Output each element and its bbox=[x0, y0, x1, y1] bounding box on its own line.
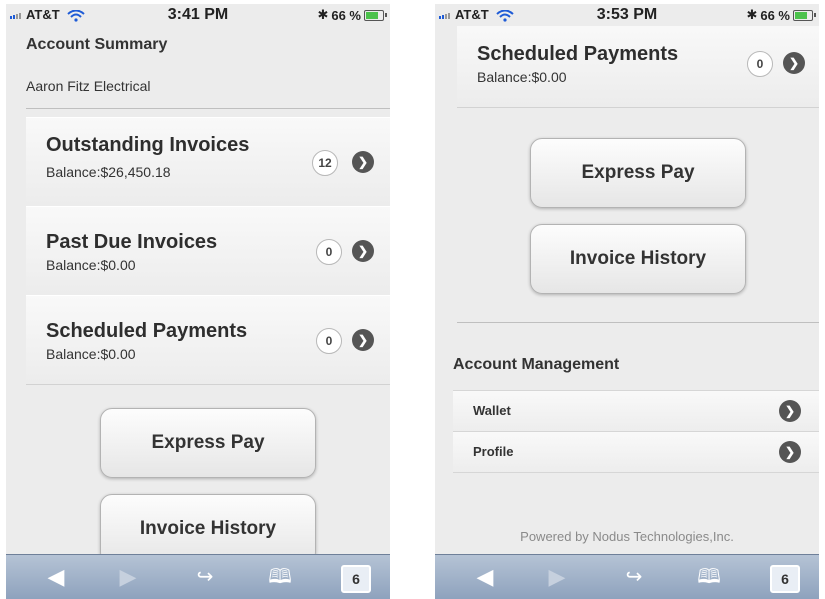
bookmarks-icon[interactable]: 🕮 bbox=[695, 563, 723, 591]
invoice-history-button[interactable]: Invoice History bbox=[530, 224, 746, 294]
chevron-right-icon: ❯ bbox=[352, 329, 374, 351]
battery-icon bbox=[364, 9, 387, 21]
forward-icon[interactable]: ▶ bbox=[114, 563, 142, 591]
bookmarks-icon[interactable]: 🕮 bbox=[266, 563, 294, 591]
chevron-right-icon: ❯ bbox=[779, 441, 801, 463]
count-badge: 0 bbox=[316, 239, 342, 265]
back-icon[interactable]: ◀ bbox=[42, 563, 70, 591]
row-title: Past Due Invoices bbox=[46, 231, 218, 253]
phone-screen-left: AT&T 3:41 PM ✱ 66 % Account Summary Aaro… bbox=[6, 4, 390, 599]
menu-item-profile[interactable]: Profile ❯ bbox=[453, 431, 819, 473]
row-title: Scheduled Payments bbox=[46, 320, 248, 342]
footer-powered-by: Powered by Nodus Technologies,Inc. bbox=[520, 529, 734, 544]
menu-item-label: Profile bbox=[473, 444, 514, 459]
list-item-past-due-invoices[interactable]: Past Due Invoices Balance:$0.00 0 ❯ bbox=[26, 206, 390, 296]
tabs-icon[interactable]: 6 bbox=[341, 565, 371, 593]
bluetooth-icon: ✱ bbox=[746, 7, 758, 22]
chevron-right-icon: ❯ bbox=[783, 52, 805, 74]
forward-icon[interactable]: ▶ bbox=[543, 563, 571, 591]
row-balance: Balance:$0.00 bbox=[46, 257, 136, 273]
invoice-history-button[interactable]: Invoice History bbox=[100, 494, 316, 555]
back-icon[interactable]: ◀ bbox=[471, 563, 499, 591]
row-title: Scheduled Payments bbox=[477, 43, 679, 65]
account-name: Aaron Fitz Electrical bbox=[26, 78, 151, 94]
battery-icon bbox=[793, 9, 816, 21]
share-icon[interactable]: ↪ bbox=[620, 563, 648, 591]
list-item-scheduled-payments[interactable]: Scheduled Payments Balance:$0.00 0 ❯ bbox=[457, 26, 819, 108]
battery-percent: 66 % bbox=[760, 7, 790, 23]
chevron-right-icon: ❯ bbox=[352, 151, 374, 173]
battery-percent: 66 % bbox=[331, 7, 361, 23]
row-balance: Balance:$26,450.18 bbox=[46, 164, 171, 180]
chevron-right-icon: ❯ bbox=[352, 240, 374, 262]
status-bar: AT&T 3:41 PM ✱ 66 % bbox=[6, 4, 390, 26]
express-pay-button[interactable]: Express Pay bbox=[100, 408, 316, 478]
chevron-right-icon: ❯ bbox=[779, 400, 801, 422]
page-content: Account Summary Aaron Fitz Electrical Ou… bbox=[6, 26, 390, 555]
phone-screen-right: AT&T 3:53 PM ✱ 66 % Scheduled Payments B… bbox=[435, 4, 819, 599]
tabs-icon[interactable]: 6 bbox=[770, 565, 800, 593]
row-title: Outstanding Invoices bbox=[46, 134, 250, 156]
count-badge: 0 bbox=[316, 328, 342, 354]
menu-item-wallet[interactable]: Wallet ❯ bbox=[453, 390, 819, 431]
status-bar: AT&T 3:53 PM ✱ 66 % bbox=[435, 4, 819, 26]
divider bbox=[26, 108, 390, 109]
menu-item-label: Wallet bbox=[473, 403, 511, 418]
divider bbox=[457, 322, 819, 323]
express-pay-button[interactable]: Express Pay bbox=[530, 138, 746, 208]
list-item-outstanding-invoices[interactable]: Outstanding Invoices Balance:$26,450.18 … bbox=[26, 117, 390, 207]
section-title-account-management: Account Management bbox=[453, 356, 620, 373]
count-badge: 0 bbox=[747, 51, 773, 77]
count-badge: 12 bbox=[312, 150, 338, 176]
page-content: Scheduled Payments Balance:$0.00 0 ❯ Exp… bbox=[435, 26, 819, 555]
page-title: Account Summary bbox=[26, 36, 168, 53]
browser-toolbar: ◀ ▶ ↪ 🕮 6 bbox=[435, 554, 819, 599]
row-balance: Balance:$0.00 bbox=[477, 69, 567, 85]
row-balance: Balance:$0.00 bbox=[46, 346, 136, 362]
share-icon[interactable]: ↪ bbox=[191, 563, 219, 591]
list-item-scheduled-payments[interactable]: Scheduled Payments Balance:$0.00 0 ❯ bbox=[26, 295, 390, 385]
browser-toolbar: ◀ ▶ ↪ 🕮 6 bbox=[6, 554, 390, 599]
bluetooth-icon: ✱ bbox=[317, 7, 329, 22]
